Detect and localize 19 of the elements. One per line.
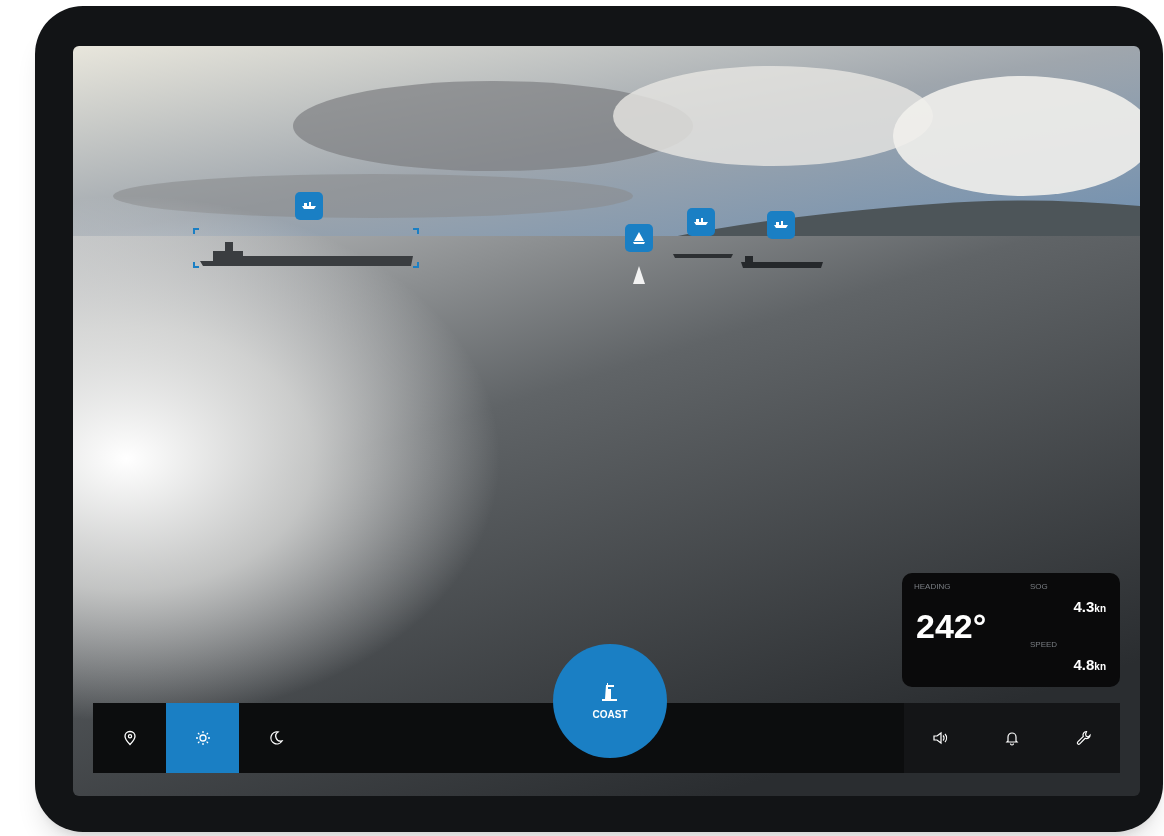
heading-label: HEADING bbox=[914, 581, 951, 593]
wrench-icon bbox=[1076, 730, 1092, 746]
speed-label: SPEED bbox=[1030, 639, 1058, 651]
speed-value: 4.8kn bbox=[1073, 657, 1106, 672]
sog-value: 4.3kn bbox=[1073, 599, 1106, 614]
ship-marker[interactable] bbox=[767, 211, 795, 239]
ship-marker[interactable] bbox=[687, 208, 715, 236]
sun-icon bbox=[194, 730, 211, 746]
sailboat-marker[interactable] bbox=[625, 224, 653, 252]
bell-icon bbox=[1004, 730, 1020, 746]
moon-icon bbox=[267, 730, 284, 746]
ship-marker[interactable] bbox=[295, 192, 323, 220]
lighthouse-icon bbox=[602, 680, 618, 701]
distant-ship bbox=[673, 254, 733, 258]
heading-value: 242° bbox=[916, 609, 987, 643]
location-pin-icon bbox=[121, 730, 138, 746]
speaker-icon bbox=[932, 730, 948, 746]
sog-label: SOG bbox=[1030, 581, 1048, 593]
sailboat bbox=[633, 266, 645, 284]
